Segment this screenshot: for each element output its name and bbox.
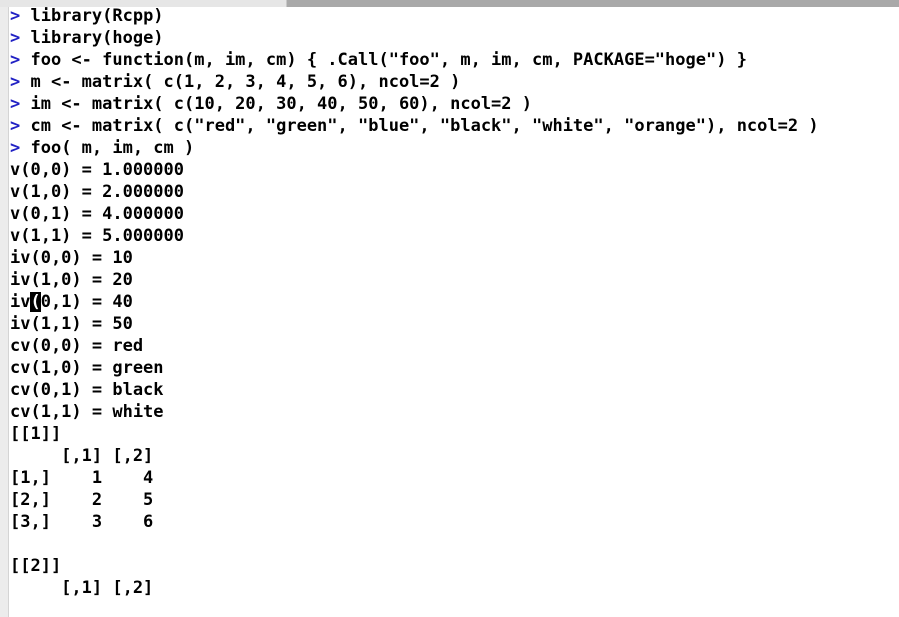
console-command-text: library(hoge) <box>30 28 164 48</box>
console-output-line: [1,] 1 4 <box>10 467 899 489</box>
prompt-symbol: > <box>10 138 31 158</box>
prompt-symbol: > <box>10 6 31 26</box>
prompt-symbol: > <box>10 28 31 48</box>
console-output-line: cv(0,0) = red <box>10 335 899 357</box>
console-output-line: cv(0,1) = black <box>10 379 899 401</box>
left-gutter <box>0 7 9 617</box>
console-command-text: cm <- matrix( c("red", "green", "blue", … <box>30 116 819 136</box>
console-output-line: iv(0,1) = 40 <box>10 291 899 313</box>
console-input-line: > foo <- function(m, im, cm) { .Call("fo… <box>10 49 899 71</box>
console-input-line: > m <- matrix( c(1, 2, 3, 4, 5, 6), ncol… <box>10 71 899 93</box>
console-output-line: [,1] [,2] <box>10 445 899 467</box>
console-output-area[interactable]: > library(Rcpp) > library(hoge) > foo <- f… <box>10 5 899 617</box>
console-output-text: [1,] 1 4 <box>10 468 154 488</box>
prompt-symbol: > <box>10 116 31 136</box>
console-input-line: > cm <- matrix( c("red", "green", "blue"… <box>10 115 899 137</box>
console-output-line: iv(0,0) = 10 <box>10 247 899 269</box>
console-input-line: > im <- matrix( c(10, 20, 30, 40, 50, 60… <box>10 93 899 115</box>
console-output-text: [[1]] <box>10 424 62 444</box>
console-output-line <box>10 533 899 555</box>
console-output-text: cv(0,1) = black <box>10 380 164 400</box>
console-output-text: iv(1,1) = 50 <box>10 314 133 334</box>
console-output-line: [[1]] <box>10 423 899 445</box>
console-input-line: > library(hoge) <box>10 27 899 49</box>
prompt-symbol: > <box>10 72 31 92</box>
console-output-text: iv <box>10 292 31 312</box>
console-output-text: cv(1,0) = green <box>10 358 164 378</box>
console-output-text: v(1,1) = 5.000000 <box>10 226 184 246</box>
console-command-text: library(Rcpp) <box>30 6 164 26</box>
r-console-window[interactable]: > library(Rcpp) > library(hoge) > foo <- f… <box>0 0 899 617</box>
console-output-text: v(0,1) = 4.000000 <box>10 204 184 224</box>
console-command-text: im <- matrix( c(10, 20, 30, 40, 50, 60),… <box>30 94 532 114</box>
console-output-text: cv(0,0) = red <box>10 336 144 356</box>
console-output-text: [[2]] <box>10 556 62 576</box>
console-output-line: cv(1,1) = white <box>10 401 899 423</box>
console-output-line: iv(1,0) = 20 <box>10 269 899 291</box>
console-output-text: [2,] 2 5 <box>10 490 154 510</box>
console-output-line: v(0,1) = 4.000000 <box>10 203 899 225</box>
text-cursor[interactable]: ( <box>30 292 41 312</box>
console-output-text: [,1] [,2] <box>10 446 154 466</box>
console-command-text: foo <- function(m, im, cm) { .Call("foo"… <box>30 50 747 70</box>
console-output-line: [,1] [,2] <box>10 577 899 599</box>
console-output-text: [3,] 3 6 <box>10 512 154 532</box>
console-command-text: m <- matrix( c(1, 2, 3, 4, 5, 6), ncol=2… <box>30 72 461 92</box>
console-command-text: foo( m, im, cm ) <box>30 138 195 158</box>
console-output-line: cv(1,0) = green <box>10 357 899 379</box>
console-output-line: [[2]] <box>10 555 899 577</box>
console-output-line: v(0,0) = 1.000000 <box>10 159 899 181</box>
console-output-text: 0,1) = 40 <box>40 292 133 312</box>
console-output-text: iv(0,0) = 10 <box>10 248 133 268</box>
prompt-symbol: > <box>10 94 31 114</box>
console-output-text: [,1] [,2] <box>10 578 154 598</box>
console-output-text <box>10 534 20 554</box>
console-output-line: v(1,1) = 5.000000 <box>10 225 899 247</box>
console-input-line: > library(Rcpp) <box>10 5 899 27</box>
console-output-line: [2,] 2 5 <box>10 489 899 511</box>
console-output-text: v(1,0) = 2.000000 <box>10 182 184 202</box>
console-output-text: v(0,0) = 1.000000 <box>10 160 184 180</box>
console-input-line: > foo( m, im, cm ) <box>10 137 899 159</box>
console-output-text: iv(1,0) = 20 <box>10 270 133 290</box>
prompt-symbol: > <box>10 50 31 70</box>
console-output-line: [3,] 3 6 <box>10 511 899 533</box>
console-output-line: v(1,0) = 2.000000 <box>10 181 899 203</box>
console-output-text: cv(1,1) = white <box>10 402 164 422</box>
console-output-line: iv(1,1) = 50 <box>10 313 899 335</box>
